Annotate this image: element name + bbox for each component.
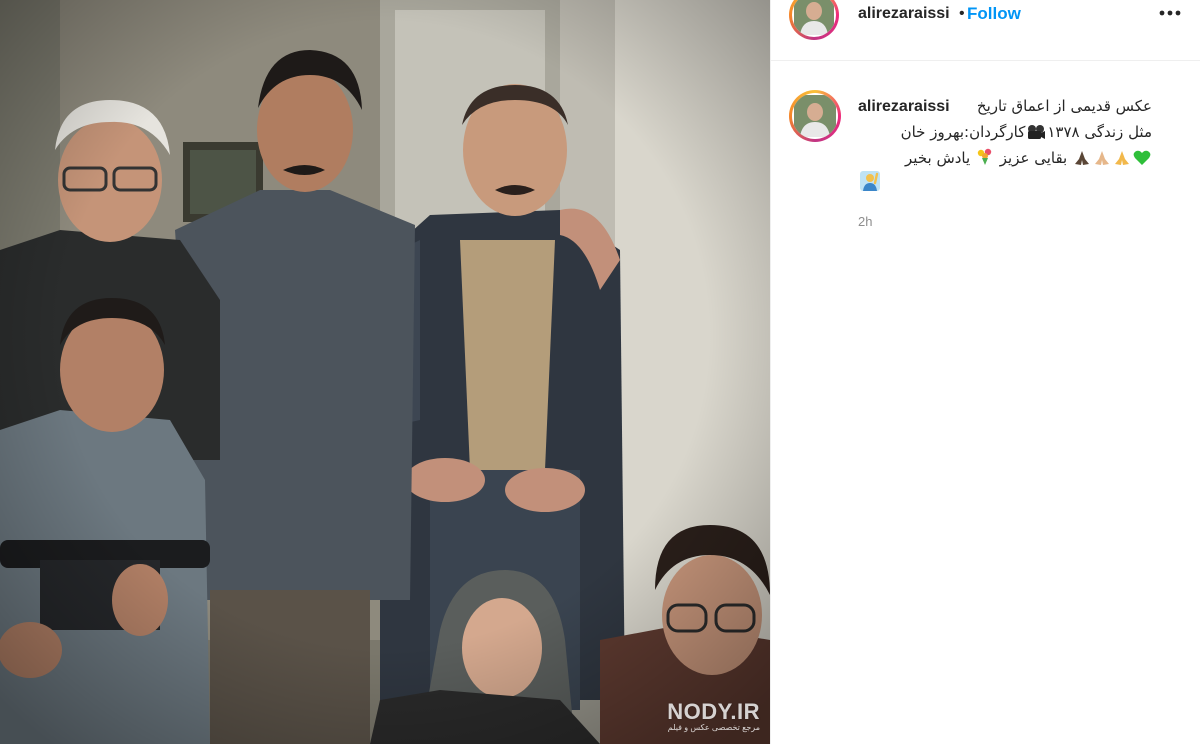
bouquet-icon	[976, 148, 994, 170]
caption-username[interactable]: alirezaraissi	[858, 98, 950, 116]
green-heart-icon	[1133, 150, 1151, 170]
caption-text-3a: بقایی عزیز	[999, 149, 1068, 167]
person-raising-hand-icon	[859, 170, 881, 197]
avatar-image	[792, 0, 836, 37]
avatar-image	[792, 93, 838, 139]
caption-text-1: عکس قدیمی از اعماق تاریخ	[976, 97, 1152, 115]
more-options-icon[interactable]	[1157, 2, 1183, 24]
watermark-subtext: مرجع تخصصی عکس و فیلم	[667, 723, 760, 732]
caption-line-2: مثل زندگی ۱۳۷۸ کارگردان:بهروز خان	[901, 123, 1152, 144]
folded-hands-icon	[1093, 150, 1111, 170]
caption-text-2b: کارگردان:بهروز خان	[900, 123, 1026, 141]
post-timestamp[interactable]: 2h	[858, 214, 872, 229]
post-side-panel: alirezaraissi • Follow alirezaraissi عکس…	[770, 0, 1200, 744]
header-avatar[interactable]	[789, 0, 839, 40]
post-photo[interactable]: NODY.IR مرجع تخصصی عکس و فیلم	[0, 0, 770, 744]
caption-text-2a: مثل زندگی ۱۳۷۸	[1047, 123, 1152, 141]
watermark: NODY.IR مرجع تخصصی عکس و فیلم	[667, 699, 760, 732]
header-separator: •	[959, 5, 965, 22]
caption-avatar[interactable]	[789, 90, 841, 142]
folded-hands-icon	[1113, 150, 1131, 170]
group-photo-illustration	[0, 0, 770, 744]
post-header: alirezaraissi • Follow	[771, 0, 1200, 61]
caption-line-3: بقایی عزیز یادش بخیر	[905, 148, 1152, 170]
film-camera-icon	[1026, 124, 1046, 144]
folded-hands-icon	[1073, 150, 1091, 170]
caption-line-1: عکس قدیمی از اعماق تاریخ	[977, 97, 1152, 115]
follow-button[interactable]: Follow	[967, 4, 1021, 24]
caption-text-3b: یادش بخیر	[905, 149, 971, 167]
watermark-text: NODY.IR	[667, 699, 760, 724]
header-username[interactable]: alirezaraissi	[858, 5, 950, 23]
